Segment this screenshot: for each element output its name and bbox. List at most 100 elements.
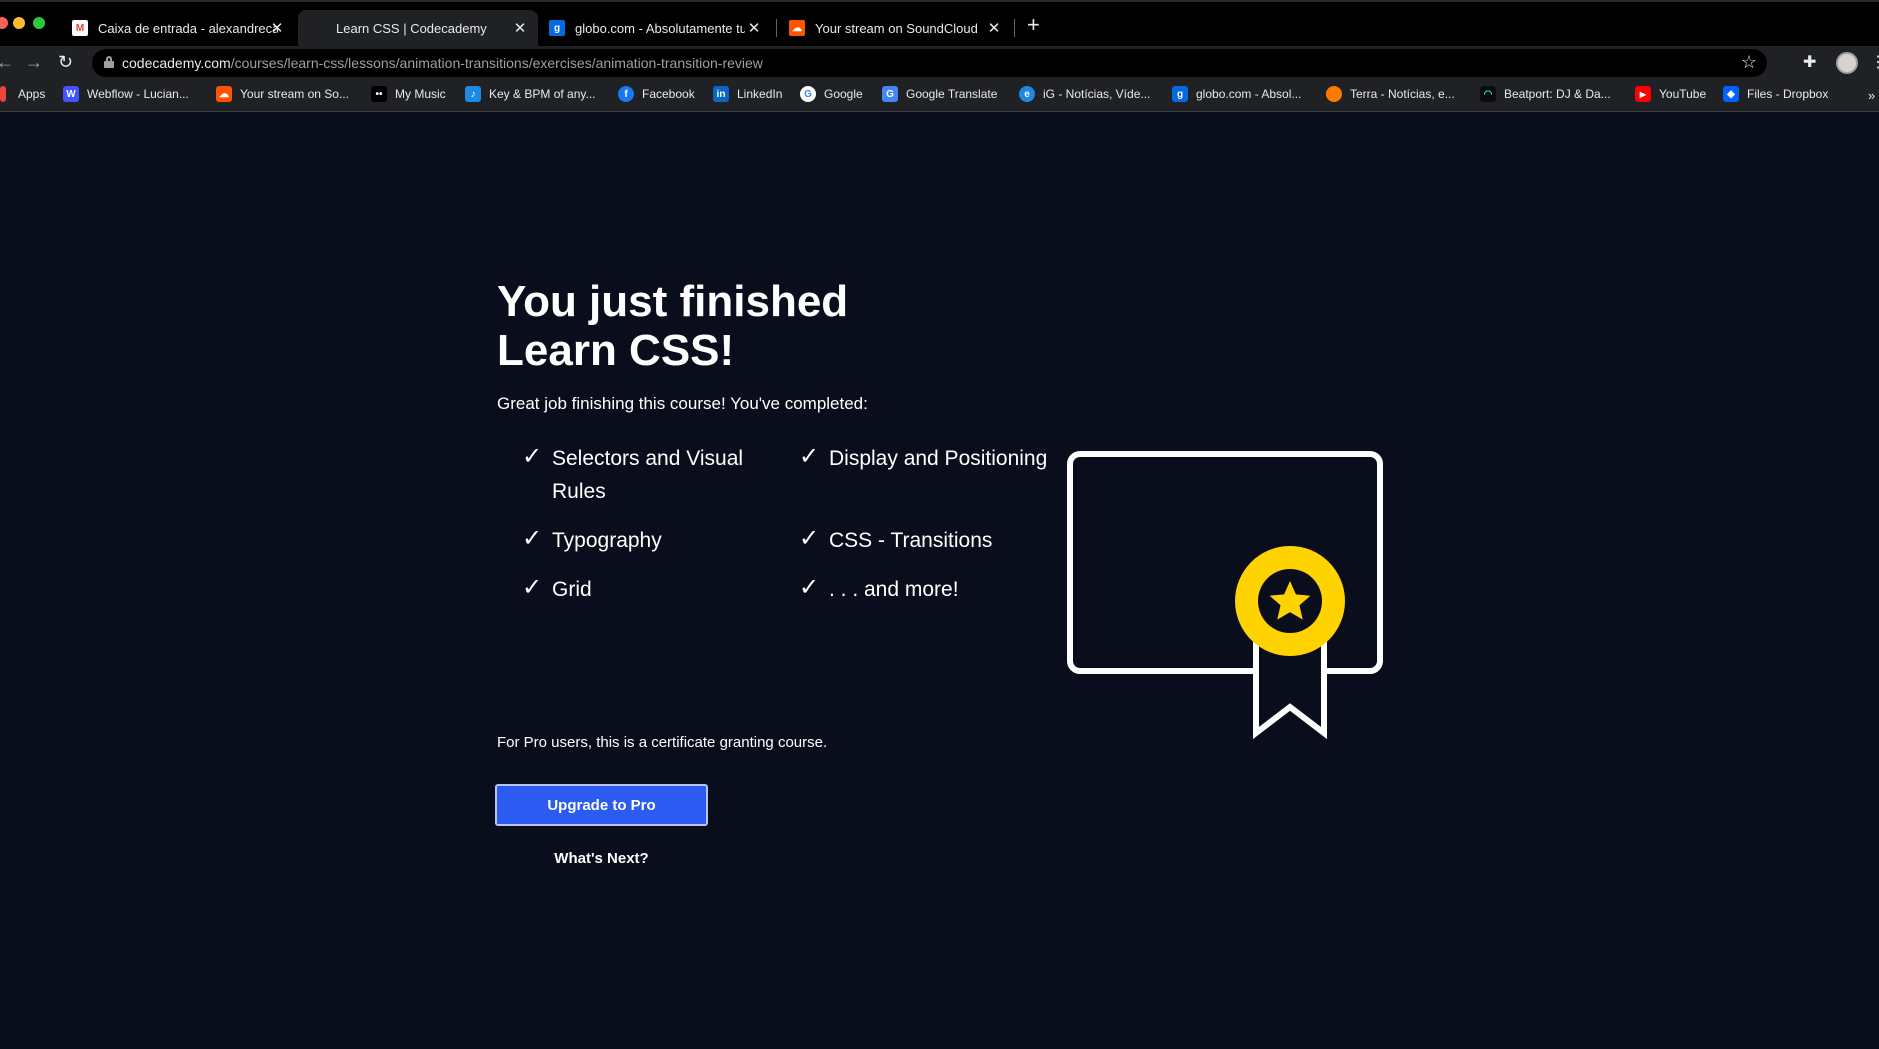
youtube-icon: ▶: [1635, 86, 1651, 102]
bookmark-linkedin[interactable]: in LinkedIn: [713, 86, 782, 102]
close-tab-icon[interactable]: ✕: [746, 19, 762, 37]
completion-subtext: Great job finishing this course! You've …: [497, 394, 868, 413]
bookmark-label: Google: [824, 87, 863, 101]
tab-codecademy[interactable]: Learn CSS | Codecademy ✕: [298, 10, 538, 46]
bookmarks-bar: Apps W Webflow - Lucian... ☁ Your stream…: [0, 80, 1879, 112]
completed-item: ✓ . . . and more!: [799, 573, 1059, 606]
completed-item: ✓ Typography: [522, 524, 752, 557]
reload-icon[interactable]: ↻: [58, 51, 73, 73]
tab-strip: M Caixa de entrada - alexandreca ✕ Learn…: [0, 0, 1879, 46]
close-tab-icon[interactable]: ✕: [986, 19, 1002, 37]
bookmark-label: Apps: [18, 87, 46, 101]
bookmark-apps[interactable]: Apps: [0, 86, 45, 102]
browser-menu-icon[interactable]: ⋮: [1870, 52, 1879, 72]
maximize-window-button[interactable]: [33, 17, 45, 29]
bookmark-webflow[interactable]: W Webflow - Lucian...: [63, 86, 189, 102]
bookmark-beatport[interactable]: ◠ Beatport: DJ & Da...: [1480, 86, 1611, 102]
bookmark-label: iG - Notícias, Víde...: [1043, 87, 1151, 101]
music-icon: ••: [371, 86, 387, 102]
linkedin-icon: in: [713, 86, 729, 102]
bookmark-label: My Music: [395, 87, 446, 101]
tab-gmail[interactable]: M Caixa de entrada - alexandreca ✕: [60, 10, 295, 46]
apps-grid-icon: [0, 86, 6, 102]
bookmark-label: LinkedIn: [737, 87, 783, 101]
bookmark-label: Files - Dropbox: [1747, 87, 1829, 101]
new-tab-icon[interactable]: +: [1027, 14, 1040, 36]
bookmark-star-icon[interactable]: ☆: [1741, 52, 1757, 73]
codecademy-icon: [310, 20, 326, 36]
tab-title: globo.com - Absolutamente tu: [575, 20, 745, 36]
checkmark-icon: ✓: [799, 525, 820, 552]
completed-item: ✓ Display and Positioning: [799, 442, 1059, 475]
tab-globo[interactable]: g globo.com - Absolutamente tu ✕: [537, 10, 772, 46]
bookmark-label: globo.com - Absol...: [1196, 87, 1302, 101]
bookmark-key-bpm[interactable]: ♪ Key & BPM of any...: [465, 86, 596, 102]
globo-icon: g: [1172, 86, 1188, 102]
profile-avatar[interactable]: [1836, 52, 1858, 74]
checkmark-icon: ✓: [522, 525, 543, 552]
bookmark-label: Facebook: [642, 87, 695, 101]
tab-separator: [1014, 19, 1015, 37]
bookmark-terra[interactable]: Terra - Notícias, e...: [1326, 86, 1455, 102]
page-title-line-2: Learn CSS!: [497, 326, 735, 375]
beatport-icon: ◠: [1480, 86, 1496, 102]
page-title: You just finished Learn CSS!: [497, 277, 997, 375]
bookmark-label: Webflow - Lucian...: [87, 87, 189, 101]
checkmark-icon: ✓: [799, 574, 820, 601]
url-text[interactable]: codecademy.com/courses/learn-css/lessons…: [122, 55, 763, 71]
webflow-icon: W: [63, 86, 79, 102]
bookmark-facebook[interactable]: f Facebook: [618, 86, 695, 102]
bookmark-label: YouTube: [1659, 87, 1707, 101]
tab-title: Learn CSS | Codecademy: [336, 20, 487, 36]
translate-icon: G: [882, 86, 898, 102]
bookmark-my-music[interactable]: •• My Music: [371, 86, 446, 102]
minimize-window-button[interactable]: [13, 17, 25, 29]
bookmark-label: Google Translate: [906, 87, 998, 101]
close-window-button[interactable]: [0, 17, 8, 29]
pro-certificate-note: For Pro users, this is a certificate gra…: [497, 734, 828, 751]
whats-next-link[interactable]: What's Next?: [497, 850, 706, 867]
forward-arrow-icon[interactable]: →: [25, 51, 43, 73]
facebook-icon: f: [618, 86, 634, 102]
extensions-puzzle-icon[interactable]: ✚: [1803, 52, 1816, 72]
address-bar[interactable]: codecademy.com/courses/learn-css/lessons…: [92, 49, 1767, 77]
close-tab-icon[interactable]: ✕: [512, 19, 528, 37]
soundcloud-icon: ☁: [789, 20, 805, 36]
checkmark-icon: ✓: [522, 443, 543, 470]
gmail-icon: M: [72, 20, 88, 36]
back-arrow-icon[interactable]: ←: [0, 51, 14, 73]
soundcloud-icon: ☁: [216, 86, 232, 102]
bookmark-label: Your stream on So...: [240, 87, 349, 101]
bookmark-label: Key & BPM of any...: [489, 87, 596, 101]
completed-item: ✓ Selectors and Visual Rules: [522, 442, 752, 508]
bookmark-youtube[interactable]: ▶ YouTube: [1635, 86, 1706, 102]
google-icon: G: [800, 86, 816, 102]
lock-icon: [104, 56, 114, 68]
terra-icon: [1326, 86, 1342, 102]
ig-icon: e: [1019, 86, 1035, 102]
bookmark-ig[interactable]: e iG - Notícias, Víde...: [1019, 86, 1150, 102]
drop-icon: ♪: [465, 86, 481, 102]
checkmark-icon: ✓: [522, 574, 543, 601]
globo-icon: g: [549, 20, 565, 36]
checkmark-icon: ✓: [799, 443, 820, 470]
window-top-line: [0, 0, 1879, 2]
bookmark-dropbox[interactable]: ◆ Files - Dropbox: [1723, 86, 1828, 102]
bookmark-google[interactable]: G Google: [800, 86, 863, 102]
tab-title: Caixa de entrada - alexandreca: [98, 20, 278, 36]
page-title-line-1: You just finished: [497, 277, 849, 326]
bookmark-label: Beatport: DJ & Da...: [1504, 87, 1611, 101]
tab-soundcloud[interactable]: ☁ Your stream on SoundCloud ✕: [777, 10, 1012, 46]
bookmark-soundcloud[interactable]: ☁ Your stream on So...: [216, 86, 349, 102]
browser-toolbar: ← → ↻ codecademy.com/courses/learn-css/l…: [0, 46, 1879, 80]
tab-title: Your stream on SoundCloud: [815, 20, 978, 36]
bookmark-globo[interactable]: g globo.com - Absol...: [1172, 86, 1301, 102]
completed-item: ✓ Grid: [522, 573, 752, 606]
bookmark-google-translate[interactable]: G Google Translate: [882, 86, 997, 102]
upgrade-to-pro-button[interactable]: Upgrade to Pro: [495, 784, 708, 826]
more-bookmarks-icon[interactable]: »: [1868, 88, 1875, 103]
dropbox-icon: ◆: [1723, 86, 1739, 102]
completed-item: ✓ CSS - Transitions: [799, 524, 1059, 557]
close-tab-icon[interactable]: ✕: [269, 19, 285, 37]
bookmark-label: Terra - Notícias, e...: [1350, 87, 1455, 101]
